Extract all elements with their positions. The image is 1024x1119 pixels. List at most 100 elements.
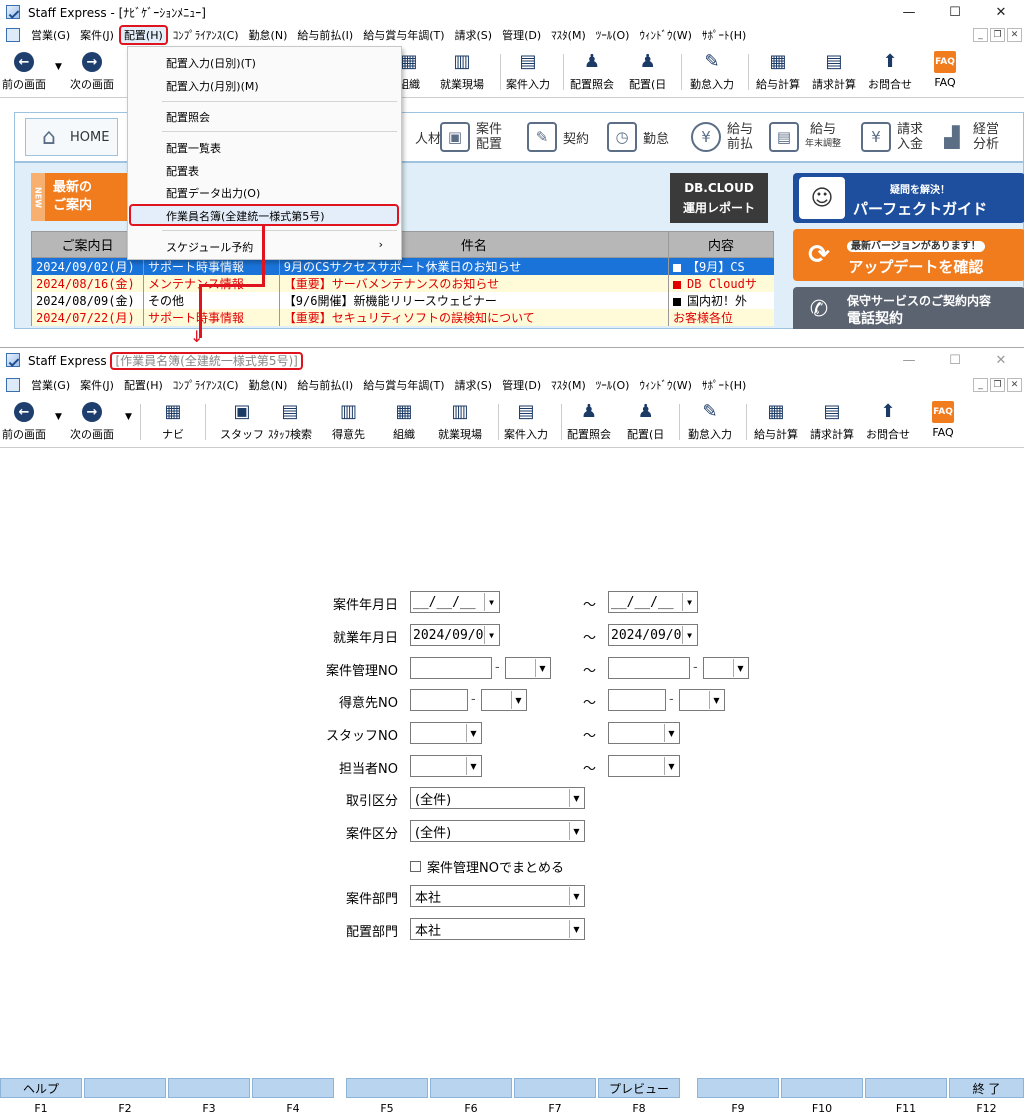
- close-button[interactable]: ✕: [978, 348, 1024, 372]
- toolbar-kintai-nyuryoku[interactable]: ✎ 勤怠入力: [690, 50, 734, 96]
- matome-checkbox[interactable]: 案件管理NOでまとめる: [410, 857, 564, 876]
- toolbar-haichi-shokai[interactable]: ♟ 配置照会: [567, 400, 611, 446]
- dropdown-arrow-icon[interactable]: ▼: [569, 789, 583, 807]
- torihiki-kubun-select[interactable]: (全件) ▼: [410, 787, 585, 809]
- dropdown-arrow-icon[interactable]: ▼: [466, 724, 480, 742]
- anken-kubun-select[interactable]: (全件) ▼: [410, 820, 585, 842]
- f7-button[interactable]: [514, 1078, 596, 1098]
- minimize-button[interactable]: —: [886, 348, 932, 372]
- menu-tool[interactable]: ﾂｰﾙ(O): [591, 376, 635, 394]
- anken-kanri-branch-from[interactable]: ▼: [505, 657, 551, 679]
- anken-date-from[interactable]: __/__/__ ▼: [410, 591, 500, 613]
- menu-seikyu[interactable]: 請求(S): [450, 376, 498, 394]
- tokuisaki-no-from[interactable]: [410, 689, 468, 711]
- next-dropdown-icon[interactable]: ▼: [125, 412, 132, 422]
- toolbar-seikyu-keisan[interactable]: ▤ 請求計算: [810, 400, 854, 446]
- tokuisaki-branch-from[interactable]: ▼: [481, 689, 527, 711]
- menu-tool[interactable]: ﾂｰﾙ(O): [591, 26, 635, 44]
- menu-master[interactable]: ﾏｽﾀ(M): [546, 376, 591, 394]
- dropdown-arrow-icon[interactable]: ▼: [569, 920, 583, 938]
- menu-haichi-input-daily[interactable]: 配置入力(日別)(T): [166, 55, 256, 71]
- tanto-no-from[interactable]: ▼: [410, 755, 482, 777]
- f1-help-button[interactable]: ヘルプ: [0, 1078, 82, 1098]
- table-row[interactable]: 2024/07/22(月) サポート時事情報 【重要】セキュリティソフトの誤検知につ…: [31, 309, 774, 326]
- tab-kyuyo-nenmatsu[interactable]: ▤ 給与 年末調整: [769, 118, 841, 156]
- f3-button[interactable]: [168, 1078, 250, 1098]
- dropdown-arrow-icon[interactable]: ▼: [682, 593, 696, 611]
- f12-exit-button[interactable]: 終 了: [949, 1078, 1024, 1098]
- f10-button[interactable]: [781, 1078, 863, 1098]
- toolbar-shugyo-genba[interactable]: ▥ 就業現場: [440, 50, 484, 96]
- dropdown-arrow-icon[interactable]: ▼: [733, 659, 747, 677]
- dropdown-arrow-icon[interactable]: ▼: [484, 593, 498, 611]
- dropdown-arrow-icon[interactable]: ▼: [511, 691, 525, 709]
- tokuisaki-no-to[interactable]: [608, 689, 666, 711]
- tab-keiei[interactable]: ▟ 経営 分析: [937, 118, 999, 156]
- menu-kintai[interactable]: 勤怠(N): [244, 26, 293, 44]
- toolbar-tokuisaki[interactable]: ▥ 得意先: [332, 400, 365, 446]
- menu-eigyo[interactable]: 営業(G): [26, 26, 75, 44]
- mdi-close-button[interactable]: ✕: [1007, 378, 1022, 392]
- prev-dropdown-icon[interactable]: ▼: [55, 62, 62, 72]
- menu-haichi-shokai[interactable]: 配置照会: [166, 109, 210, 125]
- f11-button[interactable]: [865, 1078, 947, 1098]
- anken-date-to[interactable]: __/__/__ ▼: [608, 591, 698, 613]
- menu-support[interactable]: ｻﾎﾟｰﾄ(H): [697, 376, 751, 394]
- toolbar-anken-nyuryoku[interactable]: ▤ 案件入力: [506, 50, 550, 96]
- menu-haichi-input-monthly[interactable]: 配置入力(月別)(M): [166, 78, 259, 94]
- menu-compliance[interactable]: ｺﾝﾌﾟﾗｲｱﾝｽ(C): [168, 376, 244, 394]
- menu-haichi-data-output[interactable]: 配置データ出力(O): [166, 185, 260, 201]
- menu-anken[interactable]: 案件(J): [75, 376, 119, 394]
- toolbar-staff-search[interactable]: ▤ ｽﾀｯﾌ検索: [268, 400, 312, 446]
- maximize-button[interactable]: ☐: [932, 0, 978, 24]
- toolbar-shugyo-genba[interactable]: ▥ 就業現場: [438, 400, 482, 446]
- prev-screen-button[interactable]: ← 前の画面: [2, 50, 46, 96]
- menu-kanri[interactable]: 管理(D): [497, 26, 546, 44]
- maintenance-contract-banner[interactable]: ✆ 保守サービスのご契約内容 電話契約: [793, 287, 1024, 329]
- menu-compliance[interactable]: ｺﾝﾌﾟﾗｲｱﾝｽ(C): [168, 26, 244, 44]
- update-check-banner[interactable]: ⟳ 最新バージョンがあります！ アップデートを確認: [793, 229, 1024, 281]
- table-row[interactable]: 2024/09/02(月) サポート時事情報 9月のCSサクセスサポート休業日のお知…: [31, 257, 774, 275]
- menu-kyuyo-shoyo[interactable]: 給与賞与年調(T): [358, 376, 449, 394]
- dropdown-arrow-icon[interactable]: ▼: [535, 659, 549, 677]
- menu-seikyu[interactable]: 請求(S): [450, 26, 498, 44]
- mdi-minimize-button[interactable]: _: [973, 378, 988, 392]
- f6-button[interactable]: [430, 1078, 512, 1098]
- toolbar-faq[interactable]: FAQ FAQ: [932, 400, 954, 446]
- window-menu-icon[interactable]: [6, 28, 20, 42]
- f4-button[interactable]: [252, 1078, 334, 1098]
- maximize-button[interactable]: ☐: [932, 348, 978, 372]
- checkbox-icon[interactable]: [410, 861, 421, 872]
- dropdown-arrow-icon[interactable]: ▼: [569, 887, 583, 905]
- f8-preview-button[interactable]: プレビュー: [598, 1078, 680, 1098]
- toolbar-anken-nyuryoku[interactable]: ▤ 案件入力: [504, 400, 548, 446]
- tab-anken-haichi[interactable]: ▣ 案件 配置: [440, 118, 502, 156]
- f5-button[interactable]: [346, 1078, 428, 1098]
- menu-support[interactable]: ｻﾎﾟｰﾄ(H): [697, 26, 751, 44]
- menu-haichi[interactable]: 配置(H): [118, 25, 168, 45]
- tab-kintai[interactable]: ◷ 勤怠: [607, 118, 669, 156]
- toolbar-otoiawase[interactable]: ⬆ お問合せ: [866, 400, 910, 446]
- menu-master[interactable]: ﾏｽﾀ(M): [546, 26, 591, 44]
- toolbar-kyuyo-keisan[interactable]: ▦ 給与計算: [754, 400, 798, 446]
- minimize-button[interactable]: —: [886, 0, 932, 24]
- mdi-minimize-button[interactable]: _: [973, 28, 988, 42]
- anken-kanri-branch-to[interactable]: ▼: [703, 657, 749, 679]
- toolbar-faq[interactable]: FAQ FAQ: [934, 50, 956, 96]
- toolbar-otoiawase[interactable]: ⬆ お問合せ: [868, 50, 912, 96]
- staff-no-from[interactable]: ▼: [410, 722, 482, 744]
- toolbar-soshiki[interactable]: ▦ 組織: [393, 400, 415, 446]
- dropdown-arrow-icon[interactable]: ▼: [709, 691, 723, 709]
- tab-seikyu[interactable]: ¥ 請求 入金: [861, 118, 923, 156]
- dropdown-arrow-icon[interactable]: ▼: [664, 724, 678, 742]
- toolbar-haichi-day[interactable]: ♟ 配置(日: [627, 400, 664, 446]
- next-screen-button[interactable]: → 次の画面: [70, 50, 114, 96]
- haichi-bumon-select[interactable]: 本社 ▼: [410, 918, 585, 940]
- menu-haichi-ichiran[interactable]: 配置一覧表: [166, 140, 221, 156]
- menu-window[interactable]: ｳｨﾝﾄﾞｳ(W): [634, 26, 696, 44]
- menu-window[interactable]: ｳｨﾝﾄﾞｳ(W): [634, 376, 696, 394]
- f2-button[interactable]: [84, 1078, 166, 1098]
- anken-kanri-no-from[interactable]: [410, 657, 492, 679]
- toolbar-seikyu-keisan[interactable]: ▤ 請求計算: [812, 50, 856, 96]
- window-menu-icon[interactable]: [6, 378, 20, 392]
